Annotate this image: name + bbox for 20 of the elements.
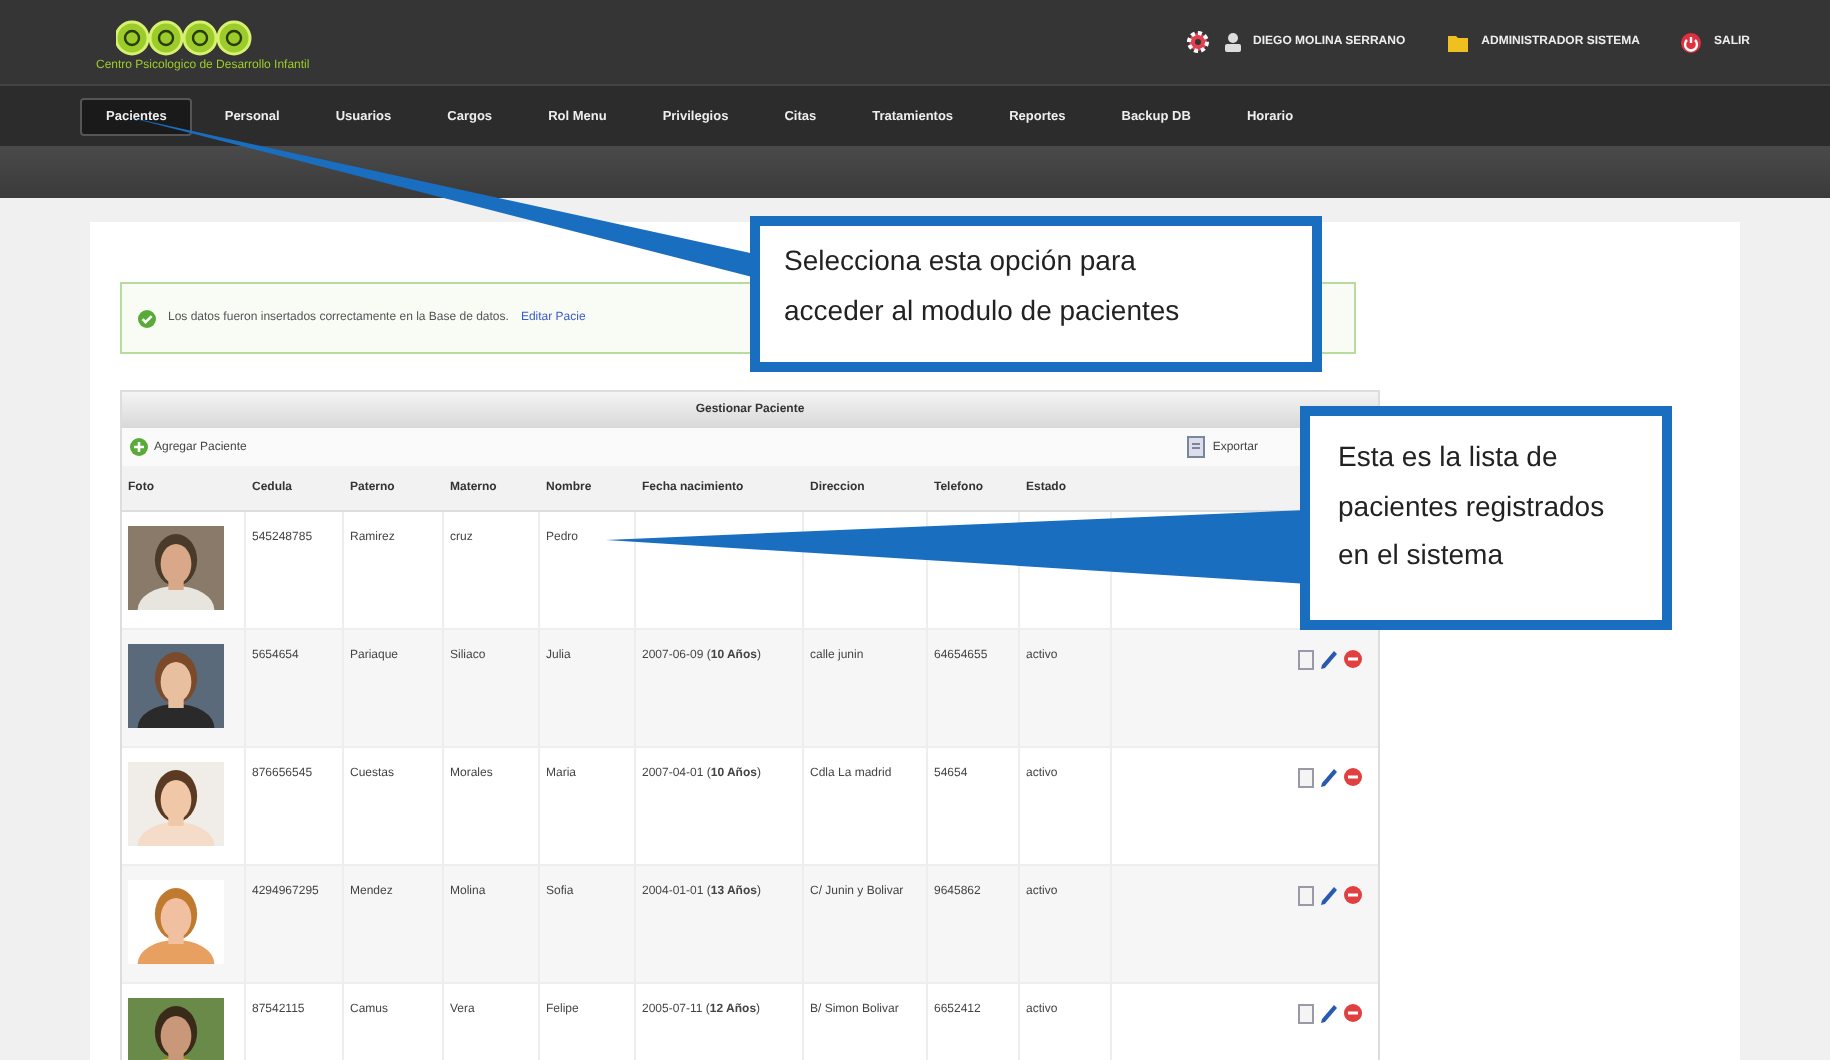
delete-icon[interactable] (1344, 1004, 1362, 1022)
copy-icon[interactable] (1298, 886, 1314, 906)
user-icon (1223, 32, 1242, 52)
pencil-icon[interactable] (1320, 886, 1338, 906)
pencil-icon[interactable] (1320, 650, 1338, 670)
check-icon (138, 309, 156, 327)
delete-icon[interactable] (1344, 768, 1362, 786)
folder-icon (1445, 30, 1470, 54)
add-icon (130, 438, 148, 456)
gear-icon[interactable] (1183, 28, 1212, 56)
delete-icon[interactable] (1344, 886, 1362, 904)
copy-icon[interactable] (1298, 650, 1314, 670)
power-icon[interactable] (1680, 31, 1702, 53)
callout-box: Esta es la lista de pacientes registrados en el sistema (1300, 406, 1672, 630)
document-icon (1186, 436, 1207, 458)
pencil-icon[interactable] (1320, 768, 1338, 788)
delete-icon[interactable] (1344, 650, 1362, 668)
callout-box: Selecciona esta opción para acceder al modulo de pacientes (750, 216, 1322, 372)
logo-icon (116, 17, 252, 57)
pencil-icon[interactable] (1320, 1004, 1338, 1024)
